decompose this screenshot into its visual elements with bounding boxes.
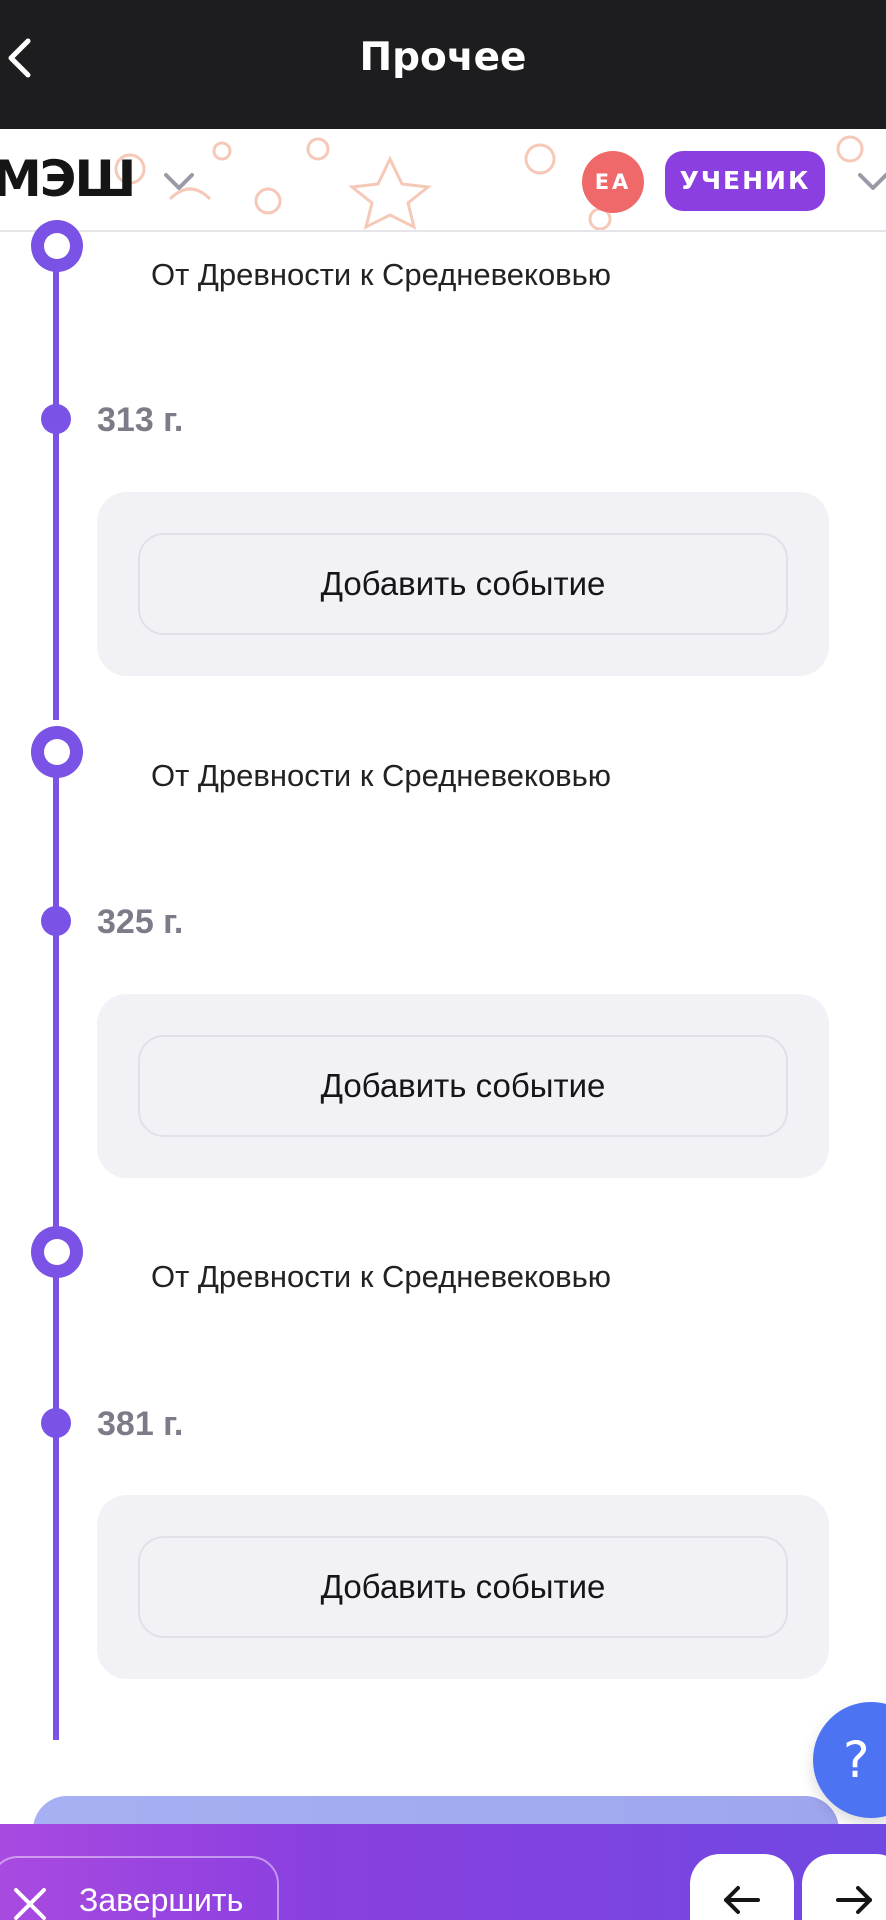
year-marker bbox=[41, 1408, 71, 1438]
close-icon bbox=[14, 1888, 46, 1920]
add-event-button[interactable]: Добавить событие bbox=[138, 1035, 788, 1137]
chevron-down-icon[interactable] bbox=[856, 169, 886, 195]
bottom-bar: Завершить bbox=[0, 1824, 886, 1920]
chevron-down-icon[interactable] bbox=[162, 169, 196, 195]
logo-mesh[interactable]: МЭШ bbox=[0, 147, 136, 211]
prev-button[interactable] bbox=[690, 1854, 794, 1920]
year-marker bbox=[41, 906, 71, 936]
timeline: От Древности к Средневековью 313 г. Доба… bbox=[0, 220, 886, 1740]
add-event-button[interactable]: Добавить событие bbox=[138, 533, 788, 635]
title-bar: Прочее bbox=[0, 0, 886, 129]
finish-label: Завершить bbox=[79, 1882, 244, 1918]
year-label: 325 г. bbox=[97, 903, 184, 941]
year-marker bbox=[41, 404, 71, 434]
role-badge[interactable]: УЧЕНИК bbox=[665, 151, 825, 211]
year-label: 313 г. bbox=[97, 401, 184, 439]
event-card: Добавить событие bbox=[97, 1495, 829, 1679]
finish-button[interactable]: Завершить bbox=[0, 1856, 279, 1920]
timeline-line bbox=[53, 232, 59, 720]
era-label: От Древности к Средневековью bbox=[151, 1259, 612, 1294]
year-label: 381 г. bbox=[97, 1405, 184, 1443]
page-title: Прочее bbox=[359, 35, 527, 80]
event-card: Добавить событие bbox=[97, 492, 829, 676]
screen: Прочее МЭШ ЕА УЧЕНИК От Древности к Сред… bbox=[0, 0, 886, 1920]
era-marker bbox=[31, 726, 83, 778]
add-event-button[interactable]: Добавить событие bbox=[138, 1536, 788, 1638]
arrow-right-icon bbox=[836, 1886, 872, 1914]
era-label: От Древности к Средневековью bbox=[151, 758, 612, 793]
app-header: МЭШ ЕА УЧЕНИК bbox=[0, 129, 886, 232]
arrow-left-icon bbox=[724, 1886, 760, 1914]
event-card: Добавить событие bbox=[97, 994, 829, 1178]
era-marker bbox=[31, 1226, 83, 1278]
avatar[interactable]: ЕА bbox=[582, 151, 644, 213]
era-label: От Древности к Средневековью bbox=[151, 257, 612, 292]
era-marker bbox=[31, 220, 83, 272]
next-button[interactable] bbox=[802, 1854, 886, 1920]
